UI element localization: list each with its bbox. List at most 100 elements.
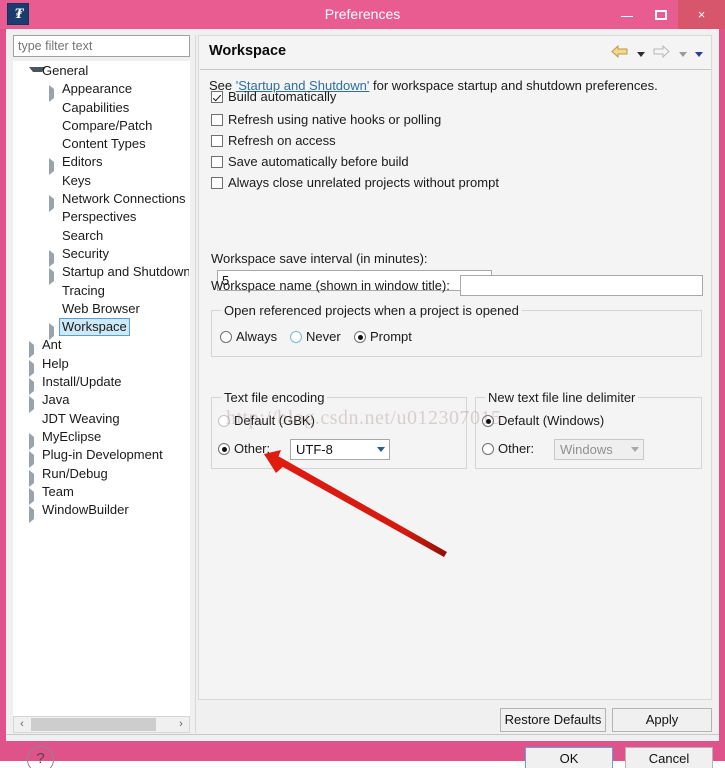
tree-item-label: Editors [62,154,103,170]
radio-label: Other: [234,441,271,456]
back-arrow-icon[interactable] [611,44,628,64]
minimize-button[interactable] [610,0,644,29]
apply-button[interactable]: Apply [612,708,712,732]
tree-item-help[interactable]: Help [14,355,189,377]
workspace-name-input[interactable] [460,275,704,296]
checkbox-always-close-unrelated-projects-without-prompt[interactable]: Always close unrelated projects without … [211,174,499,191]
tree-item-label: Tracing [62,282,105,298]
tree-item-general[interactable]: General [14,62,189,80]
tree-item-run-debug[interactable]: Run/Debug [14,465,189,487]
tree-item-label: Search [62,227,104,243]
tree-item-ant[interactable]: Ant [14,336,189,359]
back-menu-chevron-down-icon[interactable] [636,51,645,57]
line-delimiter-group: New text file line delimiter Default (Wi… [475,390,702,469]
tree-item-label: Help [42,355,69,371]
tree-item-compare-patch[interactable]: Compare/Patch [14,117,189,135]
title-separator [200,69,711,70]
tree-item-label: Capabilities [62,99,130,115]
checkbox-label: Refresh on access [228,133,336,148]
tree-item-windowbuilder[interactable]: WindowBuilder [14,501,189,524]
tree-item-label: Workspace [59,318,130,337]
tree-item-label: Java [42,392,70,408]
radio-open-referenced-always[interactable]: Always [220,328,277,345]
radio-label: Never [306,329,341,344]
cancel-button[interactable]: Cancel [625,747,713,768]
ok-button[interactable]: OK [525,747,613,768]
tree-item-capabilities[interactable]: Capabilities [14,99,189,117]
filter-input[interactable] [13,35,190,57]
radio-label: Other: [498,441,535,456]
tree-item-web-browser[interactable]: Web Browser [14,300,189,318]
workspace-name-row: Workspace name (shown in window title): [211,275,704,297]
radio-encoding-other[interactable]: Other: [218,440,270,457]
view-menu-chevron-down-icon[interactable] [695,51,703,57]
radio-delimiter-other[interactable]: Other: [482,440,534,457]
tree-item-appearance[interactable]: Appearance [14,80,189,103]
checkbox-build-automatically[interactable]: Build automatically [211,88,336,105]
forward-menu-chevron-down-icon[interactable] [678,51,687,57]
checkbox-unchecked-icon [211,114,223,126]
forward-arrow-icon [653,44,670,64]
radio-open-referenced-prompt[interactable]: Prompt [354,328,412,345]
tree-item-content-types[interactable]: Content Types [14,135,189,153]
tree-item-label: Run/Debug [42,465,108,481]
tree-item-label: Ant [42,337,62,353]
radio-icon [218,443,230,455]
close-button[interactable]: × [678,0,725,29]
workspace-preference-page: Workspace See 'Startup and Shutdown' for… [198,35,712,700]
preference-tree[interactable]: General Appearance Capabilities Compare/Pat… [13,61,190,716]
tree-item-security[interactable]: Security [14,245,189,267]
radio-label: Default (Windows) [498,413,605,428]
tree-item-tracing[interactable]: Tracing [14,282,189,300]
window-title-bar: ₮ Preferences × [0,0,725,29]
tree-item-install-update[interactable]: Install/Update [14,373,189,396]
tree-item-label: Plug-in Development [42,447,163,463]
checkbox-unchecked-icon [211,177,223,189]
checkbox-refresh-on-access[interactable]: Refresh on access [211,132,336,149]
tree-item-startup-and-shutdown[interactable]: Startup and Shutdown [14,263,189,286]
tree-item-label: WindowBuilder [42,502,129,518]
encoding-combo[interactable]: UTF-8 [290,439,390,460]
restore-defaults-button[interactable]: Restore Defaults [500,708,606,732]
workspace-name-label: Workspace name (shown in window title): [211,278,450,293]
tree-item-label: Web Browser [62,300,140,316]
radio-icon [354,331,366,343]
tree-horizontal-scrollbar[interactable]: ‹ › [13,716,190,733]
checkbox-unchecked-icon [211,135,223,147]
intro-suffix: for workspace startup and shutdown prefe… [369,78,658,93]
tree-item-keys[interactable]: Keys [14,172,189,190]
tree-item-network-connections[interactable]: Network Connections [14,190,189,213]
radio-encoding-default[interactable]: Default (GBK) [218,412,315,429]
checkbox-refresh-using-native-hooks-or-polling[interactable]: Refresh using native hooks or polling [211,111,441,128]
twisty-collapsed-icon[interactable] [29,506,43,524]
pane-divider [195,35,196,733]
encoding-combo-value: UTF-8 [296,442,333,457]
tree-item-search[interactable]: Search [14,227,189,245]
radio-open-referenced-never[interactable]: Never [290,328,341,345]
filter-field-wrapper [13,35,190,57]
help-icon[interactable]: ? [27,746,54,768]
tree-item-java[interactable]: Java [14,391,189,414]
tree-item-jdt-weaving[interactable]: JDT Weaving [14,410,189,428]
tree-item-label: Perspectives [62,209,137,225]
tree-item-label: JDT Weaving [42,410,120,426]
tree-item-myeclipse[interactable]: MyEclipse [14,428,189,450]
radio-icon [290,331,302,343]
scroll-right-icon[interactable]: › [173,717,189,732]
radio-label: Prompt [370,329,412,344]
checkbox-save-automatically-before-build[interactable]: Save automatically before build [211,153,409,170]
radio-delimiter-default[interactable]: Default (Windows) [482,412,604,429]
checkbox-label: Build automatically [228,89,337,104]
tree-item-label: Appearance [62,81,133,97]
tree-item-perspectives[interactable]: Perspectives [14,208,189,226]
tree-item-label: Install/Update [42,374,122,390]
tree-item-workspace[interactable]: Workspace [14,318,189,341]
tree-item-editors[interactable]: Editors [14,153,189,176]
maximize-button[interactable] [644,0,678,29]
maximize-icon [655,10,667,20]
tree-item-label: Keys [62,172,91,188]
tree-item-plug-in-development[interactable]: Plug-in Development [14,446,189,469]
scrollbar-thumb[interactable] [31,718,156,731]
scroll-left-icon[interactable]: ‹ [14,717,30,732]
tree-item-team[interactable]: Team [14,483,189,505]
